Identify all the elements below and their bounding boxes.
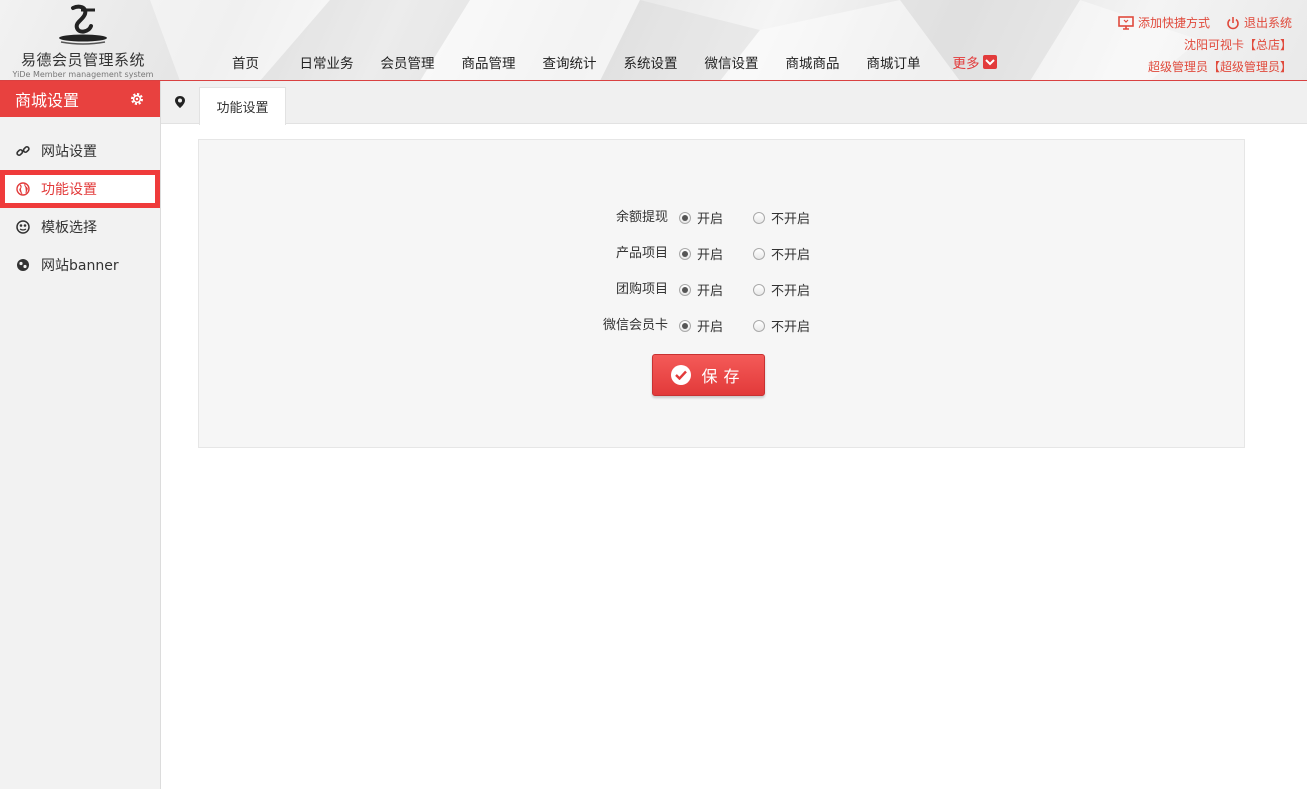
radio-enable[interactable]: 开启 [679,244,723,263]
sidebar-item-template-select[interactable]: 模板选择 [0,208,160,246]
setting-label: 产品项目 [615,246,668,261]
radio-label: 不开启 [771,284,811,299]
setting-row-group-buy: 团购项目 开启 不开启 [199,278,1244,299]
nav-item-wechat-settings[interactable]: 微信设置 [691,52,772,72]
radio-label: 开启 [697,248,724,263]
nav-item-mall-orders[interactable]: 商城订单 [853,52,934,72]
banner-icon [15,257,31,273]
logout-link[interactable]: 退出系统 [1244,12,1292,34]
radio-button-checked[interactable] [679,319,691,332]
setting-label: 团购项目 [615,282,668,297]
sidebar-item-label: 模板选择 [41,220,97,236]
setting-row-wechat-card: 微信会员卡 开启 不开启 [199,314,1244,335]
sidebar-menu: 网站设置 功能设置 模板选择 网站banner [0,132,160,284]
gear-icon[interactable] [129,91,145,107]
sidebar-item-function-settings[interactable]: 功能设置 [0,170,160,208]
monitor-icon [1118,16,1134,30]
brand-name-english: YiDe Member management system [12,70,154,79]
radio-enable[interactable]: 开启 [679,280,723,299]
radio-label: 开启 [697,212,724,227]
nav-item-daily-business[interactable]: 日常业务 [286,52,367,72]
location-pin-icon [174,95,186,113]
sidebar-item-label: 功能设置 [41,182,97,198]
radio-button[interactable] [753,247,765,260]
logo-emblem-icon [59,4,107,45]
sidebar-item-website-banner[interactable]: 网站banner [0,246,160,284]
sidebar-item-label: 网站设置 [41,144,97,160]
user-info-area: 添加快捷方式 退出系统 沈阳可视卡【总店】 超级管理员【超级管理员】 [1118,12,1292,78]
setting-row-product-items: 产品项目 开启 不开启 [199,242,1244,263]
radio-enable[interactable]: 开启 [679,208,723,227]
radio-button-checked[interactable] [679,211,691,224]
radio-button-checked[interactable] [679,247,691,260]
radio-enable[interactable]: 开启 [679,316,723,335]
add-shortcut-link[interactable]: 添加快捷方式 [1138,12,1210,34]
setting-row-balance-withdraw: 余额提现 开启 不开启 [199,206,1244,227]
radio-button[interactable] [753,211,765,224]
save-button-label: 保存 [701,367,746,386]
radio-button[interactable] [753,319,765,332]
current-user: 超级管理员【超级管理员】 [1147,60,1292,74]
chevron-down-icon [982,55,997,69]
nav-item-home[interactable]: 首页 [205,52,286,72]
nav-item-system-settings[interactable]: 系统设置 [610,52,691,72]
sidebar-header: 商城设置 [0,81,160,117]
globe-icon [15,181,31,197]
radio-disable[interactable]: 不开启 [753,208,810,227]
sidebar-item-website-settings[interactable]: 网站设置 [0,132,160,170]
radio-disable[interactable]: 不开启 [753,316,810,335]
nav-item-mall-products[interactable]: 商城商品 [772,52,853,72]
settings-panel: 余额提现 开启 不开启 产品项目 开启 不开启 团购项目 开启 不开启 微信会员… [198,139,1245,448]
nav-more-label: 更多 [952,56,980,72]
checkmark-icon [671,365,692,385]
setting-label: 微信会员卡 [602,318,668,333]
setting-label: 余额提现 [615,210,668,225]
store-name: 沈阳可视卡【总店】 [1183,38,1292,52]
sidebar-title: 商城设置 [15,91,80,110]
radio-label: 开启 [697,320,724,335]
nav-item-member-management[interactable]: 会员管理 [367,52,448,72]
sidebar: 商城设置 网站设置 功能设置 模板选择 网站banner [0,81,161,789]
link-icon [15,143,31,159]
tab-bar: 功能设置 [161,81,1307,125]
save-button[interactable]: 保存 [652,354,765,396]
top-header: 易德会员管理系统 YiDe Member management system 首… [0,0,1307,81]
power-icon [1226,16,1240,30]
brand-name: 易德会员管理系统 [20,51,145,69]
main-nav: 首页 日常业务 会员管理 商品管理 查询统计 系统设置 微信设置 商城商品 商城… [205,52,1015,72]
radio-button[interactable] [753,283,765,296]
radio-disable[interactable]: 不开启 [753,244,810,263]
nav-item-product-management[interactable]: 商品管理 [448,52,529,72]
radio-disable[interactable]: 不开启 [753,280,810,299]
radio-label: 开启 [697,284,724,299]
template-icon [15,219,31,235]
nav-more-button[interactable]: 更多 [934,52,1015,72]
radio-label: 不开启 [771,320,811,335]
radio-label: 不开启 [771,248,811,263]
radio-button-checked[interactable] [679,283,691,296]
tab-function-settings[interactable]: 功能设置 [199,87,286,125]
nav-item-query-statistics[interactable]: 查询统计 [529,52,610,72]
sidebar-item-label: 网站banner [41,258,119,274]
brand-logo[interactable]: 易德会员管理系统 YiDe Member management system [8,4,158,79]
radio-label: 不开启 [771,212,811,227]
